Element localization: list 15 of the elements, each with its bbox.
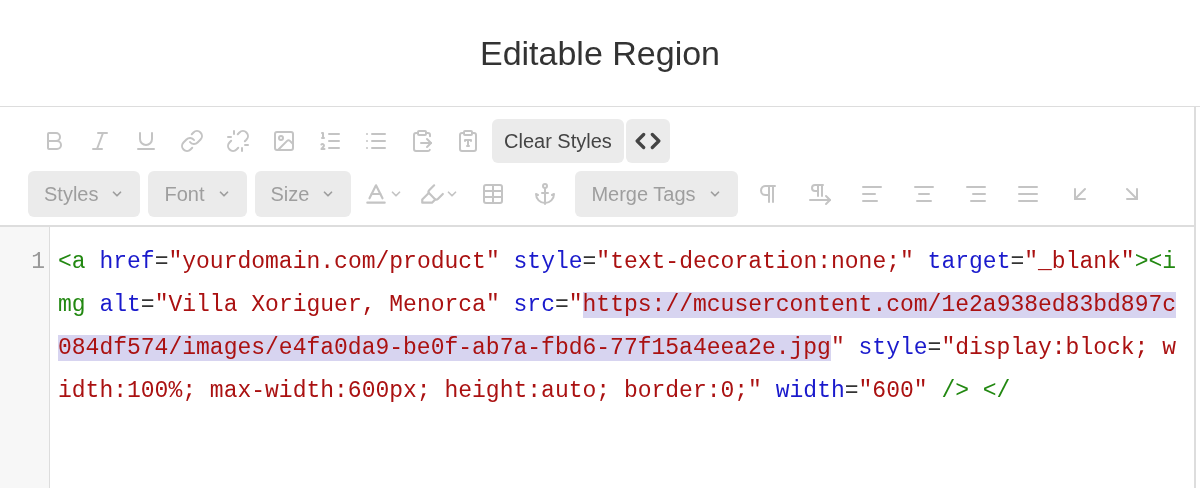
unlink-icon bbox=[226, 129, 250, 153]
code-line[interactable]: <a href="yourdomain.com/product" style="text-decoration:none;" target="_blank"><img alt="Villa Xoriguer, Menorca" src="https://mcusercontent.com/1e2a938ed83bd897c084df574/images/e4fa0da9-be0f-ab7a-fbd6-77f15a4eea2e.jpg" style="display:block; width:100%; max-width:600px; height:auto; border:0;" width="600" /> </ bbox=[58, 241, 1182, 413]
anchor-icon bbox=[533, 182, 558, 206]
underline-icon bbox=[134, 129, 158, 153]
page-title: Editable Region bbox=[479, 32, 721, 74]
numbered-list-icon bbox=[318, 129, 342, 153]
clipboard-icon bbox=[410, 129, 434, 153]
image-icon bbox=[272, 129, 296, 153]
clipboard-icon bbox=[456, 129, 480, 153]
source-code-button[interactable] bbox=[625, 119, 670, 163]
pilcrow-icon bbox=[807, 182, 832, 206]
highlight-icon bbox=[419, 181, 446, 207]
link-icon bbox=[180, 129, 204, 153]
clear-styles-button[interactable]: Clear Styles bbox=[492, 119, 624, 163]
line-number: 1 bbox=[31, 248, 45, 277]
